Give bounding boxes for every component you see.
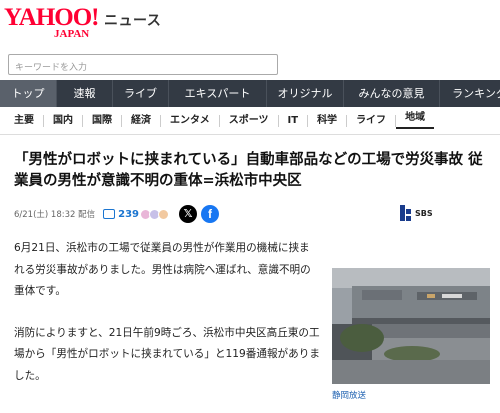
article-photo[interactable] <box>332 268 490 384</box>
article-paragraph: 6月21日、浜松市の工場で従業員の男性が作業用の機械に挟まれる労災事故がありまし… <box>14 242 311 297</box>
category-tab-local[interactable]: 地域 <box>396 112 435 129</box>
site-header: YAHOO! JAPAN ニュース <box>0 0 500 48</box>
source-logo-text: SBS <box>415 208 433 218</box>
reaction-emoji-stack[interactable] <box>140 208 169 220</box>
main-nav-item-top[interactable]: トップ <box>0 80 57 107</box>
article-body: 6月21日、浜松市の工場で従業員の男性が作業用の機械に挟まれる労災事故がありまし… <box>14 238 320 407</box>
category-nav: 主要 国内 国際 経済 エンタメ スポーツ IT 科学 ライフ 地域 <box>0 107 500 135</box>
reaction-emoji-icon <box>158 208 169 220</box>
article-headline: 「男性がロボットに挟まれている」自動車部品などの工場で労災事故 従業員の男性が意… <box>14 152 483 189</box>
category-tab-it[interactable]: IT <box>279 114 309 127</box>
factory-photo-illustration <box>332 268 490 384</box>
search-box <box>8 54 278 78</box>
category-tab-domestic[interactable]: 国内 <box>44 114 83 127</box>
x-share-icon[interactable]: 𝕏 <box>179 205 197 223</box>
main-nav: トップ 速報 ライブ エキスパート オリジナル みんなの意見 ランキング <box>0 80 500 107</box>
article-meta: 6/21(土) 18:32 配信 239 𝕏 f <box>14 205 219 223</box>
sbs-logo-icon <box>400 205 412 221</box>
main-nav-item-ranking[interactable]: ランキング <box>440 80 500 107</box>
search-input[interactable] <box>9 58 277 78</box>
comment-count[interactable]: 239 <box>118 209 139 220</box>
main-nav-item-opinions[interactable]: みんなの意見 <box>344 80 440 107</box>
category-tab-sports[interactable]: スポーツ <box>220 114 279 127</box>
main-nav-item-live[interactable]: ライブ <box>113 80 169 107</box>
main-nav-item-original[interactable]: オリジナル <box>267 80 344 107</box>
comment-icon[interactable] <box>103 209 116 219</box>
category-tab-economy[interactable]: 経済 <box>122 114 161 127</box>
category-tab-life[interactable]: ライフ <box>347 114 397 127</box>
logo-main-text: YAHOO! <box>4 4 99 31</box>
category-tab-entertainment[interactable]: エンタメ <box>161 114 220 127</box>
category-tab-science[interactable]: 科学 <box>308 114 348 127</box>
publish-date: 6/21(土) 18:32 配信 <box>14 210 96 220</box>
news-service-label[interactable]: ニュース <box>104 10 161 30</box>
facebook-share-icon[interactable]: f <box>201 205 219 223</box>
category-tab-international[interactable]: 国際 <box>83 114 122 127</box>
source-logo[interactable]: SBS <box>400 205 433 221</box>
logo-sub-text: JAPAN <box>54 28 90 40</box>
yahoo-japan-logo[interactable]: YAHOO! JAPAN <box>4 4 99 42</box>
photo-caption[interactable]: 静岡放送 <box>332 389 366 401</box>
search-row <box>0 48 500 78</box>
category-tab-main[interactable]: 主要 <box>0 114 44 127</box>
main-nav-item-breaking[interactable]: 速報 <box>57 80 113 107</box>
main-nav-item-expert[interactable]: エキスパート <box>169 80 267 107</box>
article-paragraph: 消防によりますと、21日午前9時ごろ、浜松市中央区高丘東の工場から「男性がロボッ… <box>14 326 320 382</box>
